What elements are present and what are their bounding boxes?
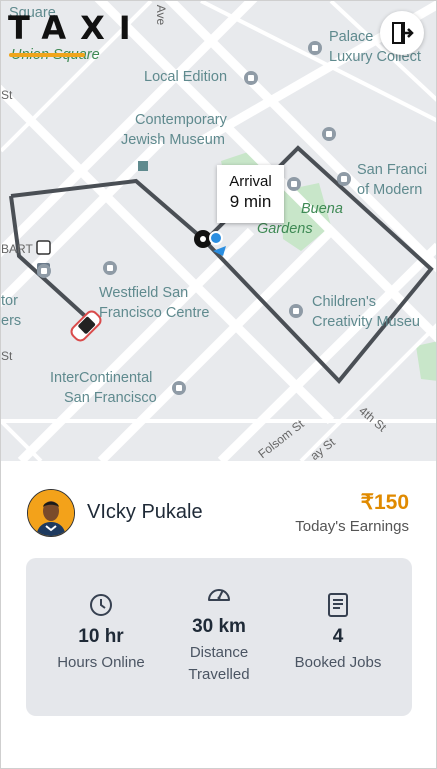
driver-photo xyxy=(28,490,74,536)
stat-label: Distance xyxy=(189,644,249,661)
arrival-time: 9 min xyxy=(229,192,272,211)
stats-card: 10 hr Hours Online 30 km Distance Travel… xyxy=(26,558,412,716)
hotel-icon[interactable] xyxy=(172,381,186,395)
shopping-icon[interactable] xyxy=(103,261,117,275)
app-frame: Square Union Square St Ave Local Edition… xyxy=(0,0,437,769)
book-icon xyxy=(328,593,348,617)
transit-icon xyxy=(36,240,51,255)
photo-spot-icon[interactable] xyxy=(287,177,301,191)
arrival-bubble: Arrival 9 min xyxy=(217,165,284,223)
street-label: Ave xyxy=(154,4,169,26)
map-label: BART xyxy=(1,242,33,256)
stat-label: Travelled xyxy=(188,666,250,683)
app-logo: TAXI xyxy=(8,9,145,47)
museum-icon[interactable] xyxy=(337,172,351,186)
cafe-icon[interactable] xyxy=(244,71,258,85)
street-label: St xyxy=(1,349,13,363)
map-label: Contemporary xyxy=(135,112,227,128)
map-label: InterContinental xyxy=(50,370,153,386)
map-view[interactable]: Square Union Square St Ave Local Edition… xyxy=(1,1,436,461)
museum-icon[interactable] xyxy=(322,127,336,141)
map-label: ers xyxy=(1,313,22,329)
map-label: of Modern xyxy=(357,182,423,198)
stat-distance: 30 km Distance Travelled xyxy=(159,580,279,686)
street-label: St xyxy=(1,88,13,102)
bus-stop-icon[interactable] xyxy=(37,264,51,278)
stat-value: 10 hr xyxy=(78,626,124,647)
stat-value: 30 km xyxy=(192,616,246,637)
avatar[interactable] xyxy=(27,489,75,537)
earnings-amount: ₹150 xyxy=(360,491,409,514)
map-label: Creativity Museu xyxy=(312,314,420,330)
map-label: Palace xyxy=(329,29,374,45)
arrival-label: Arrival xyxy=(229,173,272,190)
current-location-dot xyxy=(209,231,223,245)
stat-hours-online: 10 hr Hours Online xyxy=(41,592,161,674)
hotel-icon[interactable] xyxy=(308,41,322,55)
museum-icon[interactable] xyxy=(289,304,303,318)
map-label: Jewish Museum xyxy=(121,132,225,148)
landmark-icon xyxy=(138,161,148,171)
map-label: San Francisco xyxy=(64,390,157,406)
stat-label: Hours Online xyxy=(57,654,145,671)
map-label: Francisco Centre xyxy=(99,305,210,321)
logout-button[interactable] xyxy=(380,11,424,55)
map-label: tor xyxy=(1,293,18,309)
speedometer-icon xyxy=(208,589,230,601)
driver-name: VIcky Pukale xyxy=(87,501,203,523)
earnings-label: Today's Earnings xyxy=(295,518,409,535)
stat-booked-jobs: 4 Booked Jobs xyxy=(278,592,398,674)
map-label: Children's xyxy=(312,294,377,310)
stat-value: 4 xyxy=(332,626,344,647)
stat-label: Booked Jobs xyxy=(294,654,382,671)
logo-underline xyxy=(9,53,85,57)
map-label: Westfield San xyxy=(99,285,189,301)
map-label: San Franci xyxy=(357,162,428,178)
clock-icon xyxy=(90,594,112,616)
map-label: Buena xyxy=(301,201,343,217)
map-label: Local Edition xyxy=(144,69,228,85)
logout-icon xyxy=(392,22,414,44)
